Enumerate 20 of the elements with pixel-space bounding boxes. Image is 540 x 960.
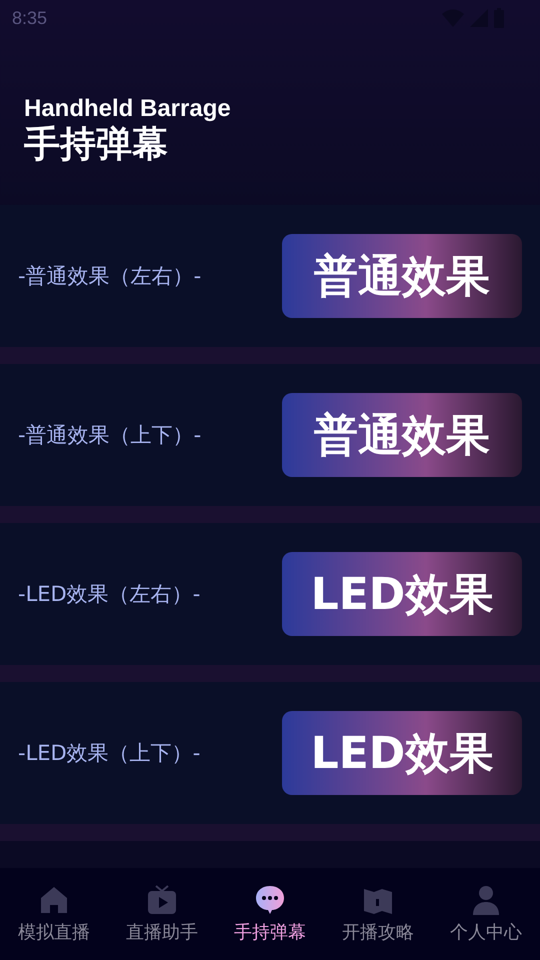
chat-icon [254, 884, 286, 916]
header-subtitle: Handheld Barrage [24, 94, 231, 123]
effect-label: -普通效果（上下）- [18, 422, 202, 449]
effect-button[interactable]: 普通效果 [282, 234, 522, 318]
status-time: 8:35 [12, 8, 48, 28]
nav-tab[interactable]: 手持弹幕 [216, 884, 324, 944]
nav-tab[interactable]: 开播攻略 [324, 884, 432, 944]
effect-label: -普通效果（左右）- [18, 263, 202, 290]
tv-icon [146, 884, 178, 916]
effect-label: -LED效果（左右）- [18, 581, 200, 608]
home-icon [38, 884, 70, 916]
header-title: 手持弹幕 [24, 122, 168, 166]
effect-label: -LED效果（上下）- [18, 740, 200, 767]
user-icon [470, 884, 502, 916]
effect-button[interactable]: 普通效果 [282, 393, 522, 477]
nav-tab[interactable]: 个人中心 [432, 884, 540, 944]
effect-button[interactable]: LED效果 [282, 552, 522, 636]
nav-tab[interactable]: 直播助手 [108, 884, 216, 944]
nav-tab[interactable]: 模拟直播 [0, 884, 108, 944]
effect-button[interactable]: LED效果 [282, 711, 522, 795]
